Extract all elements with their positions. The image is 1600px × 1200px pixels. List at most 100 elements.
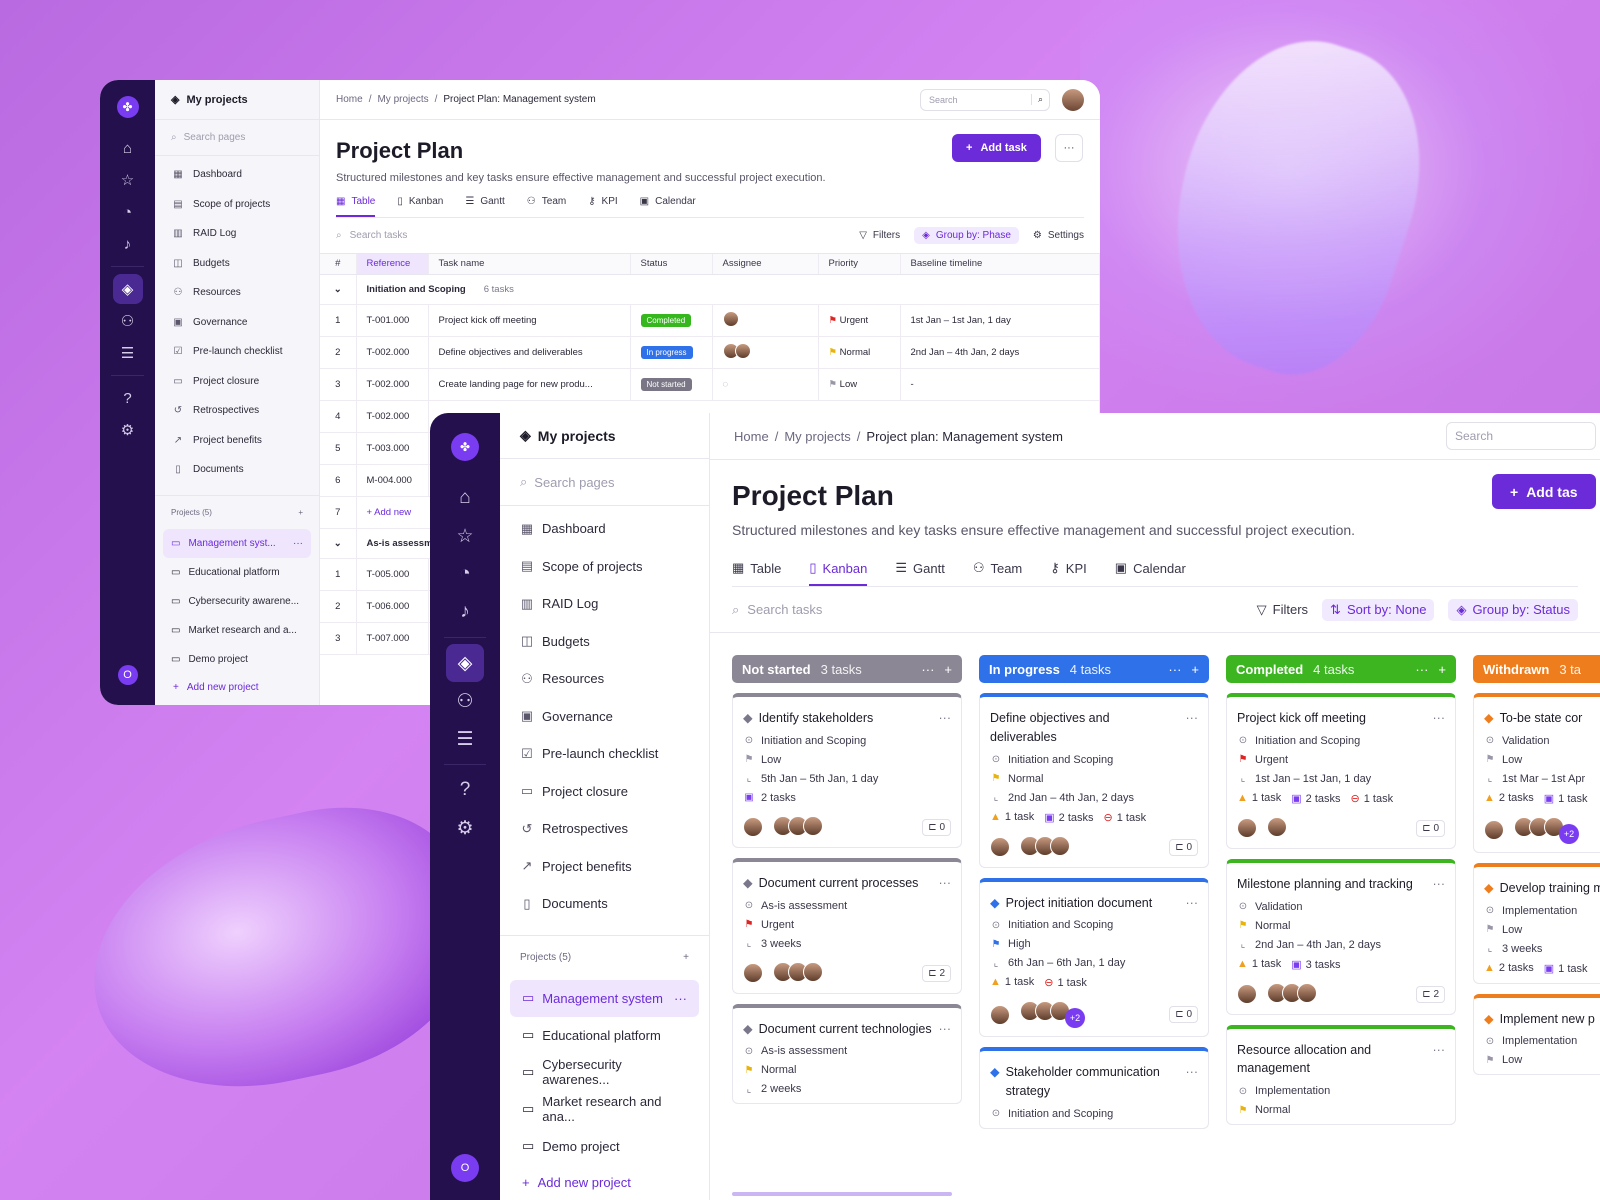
tab-kpi[interactable]: ⚷ KPI (1050, 560, 1087, 586)
tab-kanban[interactable]: ▯ Kanban (397, 196, 443, 217)
add-card-icon[interactable]: + (944, 662, 952, 677)
timeline-cell[interactable]: 2nd Jan – 4th Jan, 2 days (900, 336, 1100, 369)
card-more-icon[interactable]: ··· (1433, 875, 1446, 894)
tab-table[interactable]: ▦ Table (336, 196, 376, 217)
sidebar-item-scope-of-projects[interactable]: ▤ Scope of projects (500, 548, 709, 586)
task-card[interactable]: ◆ Document current technologies ··· ⊙ As-is … (732, 1003, 962, 1105)
column-header-assignee[interactable]: Assignee (712, 254, 819, 275)
column-header[interactable]: Not started 3 tasks ··· + (732, 655, 962, 683)
project-item[interactable]: ▭ Demo project (510, 1128, 699, 1165)
add-task-button[interactable]: + Add task (952, 134, 1041, 162)
tab-kpi[interactable]: ⚷ KPI (588, 196, 617, 217)
search-icon[interactable]: ⌕ (1030, 94, 1049, 105)
sidebar-item-project-benefits[interactable]: ↗ Project benefits (155, 426, 319, 456)
sidebar-item-project-closure[interactable]: ▭ Project closure (155, 367, 319, 397)
sidebar-item-resources[interactable]: ⚇ Resources (155, 278, 319, 308)
project-item[interactable]: ▭ Market research and ana... (510, 1091, 699, 1128)
people-icon[interactable]: ⚇ (446, 682, 484, 720)
search-tasks-input[interactable]: ⌕ Search tasks (732, 602, 822, 618)
card-more-icon[interactable]: ··· (939, 1020, 952, 1039)
star-icon[interactable]: ☆ (446, 517, 484, 555)
projects-section-header[interactable]: Projects (5) + (155, 494, 319, 529)
collapse-icon[interactable]: ⌄ (320, 528, 357, 559)
tab-calendar[interactable]: ▣ Calendar (640, 196, 696, 217)
subtask-count[interactable]: ⊏ 0 (922, 818, 951, 836)
breadcrumb-my-projects[interactable]: My projects (784, 429, 850, 444)
column-header-task-name[interactable]: Task name (428, 254, 631, 275)
column-header-number[interactable]: # (320, 254, 357, 275)
assignee-cell[interactable] (712, 336, 819, 369)
column-header-status[interactable]: Status (630, 254, 713, 275)
toggles-icon[interactable]: ☰ (446, 720, 484, 758)
sidebar-item-pre-launch-checklist[interactable]: ☑ Pre-launch checklist (155, 337, 319, 367)
assignee-avatars[interactable] (773, 815, 823, 839)
assignee-avatars[interactable] (1267, 982, 1317, 1006)
search-pages-input[interactable]: ⌕ Search pages (155, 120, 319, 156)
project-item[interactable]: ▭ Management system ··· (510, 979, 699, 1017)
project-item[interactable]: ▭ Demo project (163, 645, 311, 674)
column-header[interactable]: Withdrawn3 ta···+ (1473, 655, 1600, 683)
sidebar-item-governance[interactable]: ▣ Governance (155, 308, 319, 338)
app-logo[interactable]: ✤ (451, 433, 479, 461)
project-item[interactable]: ▭ Management syst... ··· (163, 528, 311, 558)
sidebar-item-dashboard[interactable]: ▦ Dashboard (155, 160, 319, 190)
owner-avatar[interactable] (743, 963, 763, 983)
filters-button[interactable]: ▽ Filters (859, 230, 900, 241)
timer-icon[interactable]: ◔ (446, 555, 484, 593)
add-card-icon[interactable]: + (1438, 662, 1446, 677)
column-header-reference[interactable]: Reference (356, 254, 429, 275)
breadcrumb-home[interactable]: Home (734, 429, 769, 444)
project-item[interactable]: ▭ Educational platform (510, 1017, 699, 1054)
star-icon[interactable]: ☆ (113, 165, 143, 195)
table-row[interactable]: 2 T-002.000 Define objectives and delive… (320, 336, 1100, 369)
owner-avatar[interactable] (743, 817, 763, 838)
sidebar-item-budgets[interactable]: ◫ Budgets (500, 623, 709, 661)
card-more-icon[interactable]: ··· (1186, 1063, 1199, 1101)
task-name-cell[interactable]: Project kick off meeting (428, 304, 631, 337)
gear-icon[interactable]: ⚙ (113, 415, 143, 445)
search-tasks-input[interactable]: ⌕ Search tasks (336, 230, 407, 241)
tab-table[interactable]: ▦ Table (732, 560, 781, 586)
owner-avatar[interactable] (1484, 820, 1504, 841)
card-more-icon[interactable]: ··· (1433, 1041, 1446, 1079)
assignee-avatars[interactable]: +2 (1020, 1001, 1085, 1029)
more-options-button[interactable]: ··· (1055, 134, 1083, 162)
add-project-icon[interactable]: + (298, 508, 303, 517)
assignee-avatars[interactable]: +2 (1514, 816, 1579, 844)
breadcrumb-home[interactable]: Home (336, 94, 363, 105)
sidebar-item-documents[interactable]: ▯ Documents (155, 455, 319, 485)
card-more-icon[interactable]: ··· (939, 874, 952, 893)
assignee-cell[interactable] (712, 304, 819, 337)
task-card[interactable]: ◆ Identify stakeholders ··· ⊙ Initiation and… (732, 693, 962, 848)
project-item[interactable]: ▭ Educational platform (163, 558, 311, 587)
add-project-icon[interactable]: + (683, 952, 689, 963)
assignee-avatars[interactable] (1020, 835, 1070, 859)
sidebar-item-scope-of-projects[interactable]: ▤ Scope of projects (155, 190, 319, 220)
column-header-baseline-timeline[interactable]: Baseline timeline (900, 254, 1100, 275)
tab-kanban[interactable]: ▯ Kanban (809, 560, 868, 586)
timer-icon[interactable]: ◔ (113, 197, 143, 227)
task-card[interactable]: Resource allocation and management ··· ⊙ Im… (1226, 1024, 1456, 1125)
sidebar-item-pre-launch-checklist[interactable]: ☑ Pre-launch checklist (500, 735, 709, 773)
task-card[interactable]: Milestone planning and tracking ··· ⊙ Valid… (1226, 858, 1456, 1015)
timeline-cell[interactable]: - (900, 368, 1100, 401)
tab-gantt[interactable]: ☰ Gantt (465, 196, 504, 217)
task-card[interactable]: ◆Define objectives and deliverables···⊙I… (979, 693, 1209, 868)
status-cell[interactable]: Not started (630, 368, 713, 401)
status-cell[interactable]: Completed (630, 304, 713, 337)
subtask-count[interactable]: ⊏ 0 (1416, 819, 1445, 837)
project-item[interactable]: ▭ Market research and a... (163, 616, 311, 645)
app-logo[interactable]: ✤ (116, 96, 139, 118)
sidebar-item-retrospectives[interactable]: ↺ Retrospectives (500, 810, 709, 848)
sidebar-item-governance[interactable]: ▣ Governance (500, 698, 709, 736)
bell-icon[interactable]: ♪ (446, 593, 484, 631)
project-item[interactable]: ▭ Cybersecurity awarenes... (510, 1054, 699, 1091)
projects-section-header[interactable]: Projects (5) + (500, 934, 709, 980)
more-icon[interactable]: ··· (921, 662, 934, 677)
sidebar-item-project-closure[interactable]: ▭ Project closure (500, 773, 709, 811)
column-header[interactable]: Completed 4 tasks ··· + (1226, 655, 1456, 683)
priority-cell[interactable]: ⚑ Low (818, 368, 901, 401)
global-search-input[interactable]: Search ⌕ (920, 88, 1050, 111)
assignee-avatars[interactable] (773, 961, 823, 985)
owner-avatar[interactable] (990, 837, 1010, 857)
